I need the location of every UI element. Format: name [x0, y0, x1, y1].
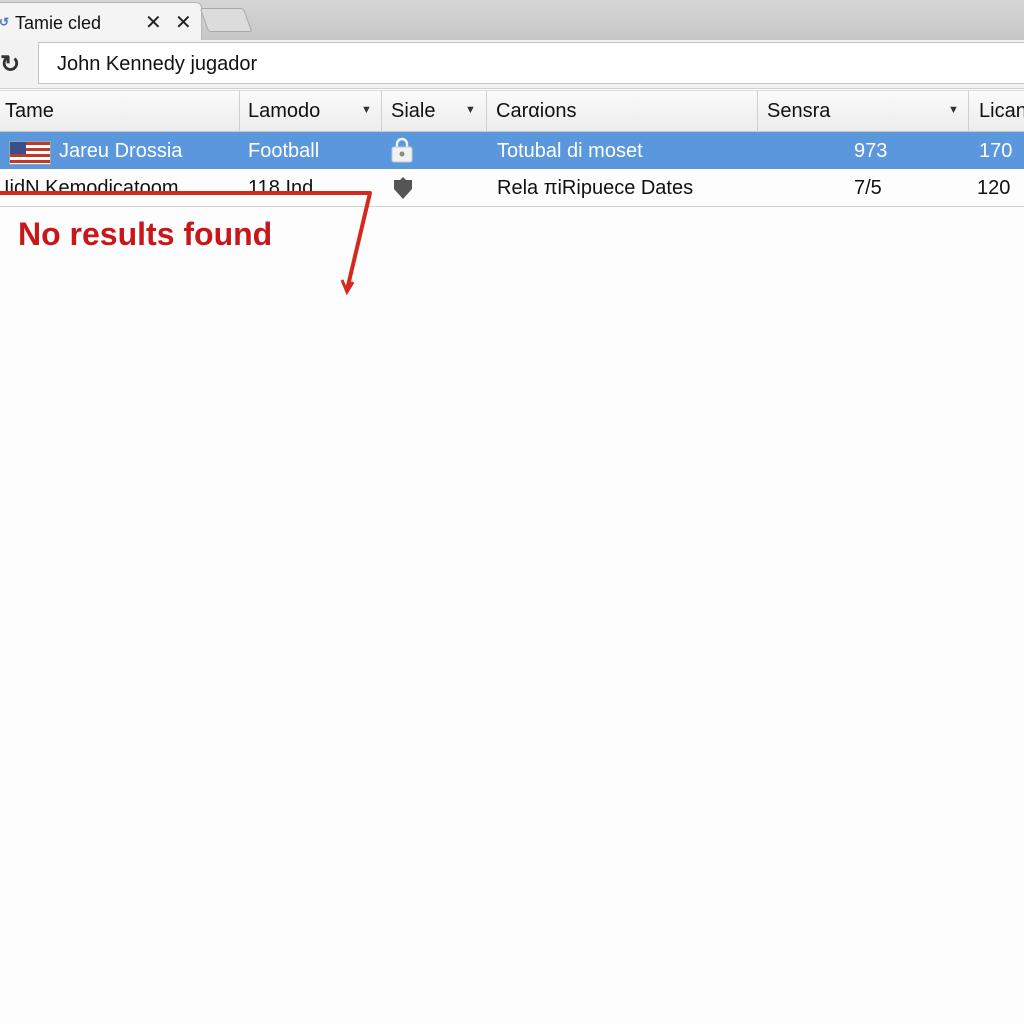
sort-arrow-icon[interactable]: ▼ [361, 104, 372, 116]
column-header-lican[interactable]: Lican [969, 91, 1024, 131]
column-header-lamodo[interactable]: Lamodo ▼ [240, 91, 382, 131]
cell-sensra: 7/5 [854, 177, 882, 199]
sort-arrow-icon[interactable]: ▼ [465, 104, 476, 116]
browser-tab[interactable]: ↺ Tamie cled ✕ ✕ [0, 2, 202, 41]
cell-sensra: 973 [854, 140, 888, 162]
tab-title: Tamie cled [15, 13, 102, 33]
cell-lamodo: Football [248, 140, 320, 162]
new-tab-button[interactable] [199, 8, 253, 32]
cell-lican: 120 [977, 177, 1011, 199]
address-bar[interactable] [38, 42, 1024, 84]
table-row[interactable]: IidN Kemodicatoom 118 Ind Rela πiRipuece… [0, 169, 1024, 207]
column-label: Carαions [496, 100, 577, 122]
results-table: Tame Lamodo ▼ Siale ▼ Carαions Sensra ▼ … [0, 90, 1024, 207]
browser-tab-icon: ↺ [0, 15, 10, 29]
column-label: Siale [391, 100, 436, 122]
no-results-message: No results found [18, 216, 273, 252]
cell-caraions: Rela πiRipuece Dates [497, 177, 694, 199]
us-flag-icon [9, 141, 51, 165]
shield-icon [394, 177, 412, 199]
column-header-sensra[interactable]: Sensra ▼ [758, 91, 969, 131]
tab-strip: ↺ Tamie cled ✕ ✕ [0, 0, 1024, 41]
toolbar: ↻ [0, 40, 1024, 89]
reload-icon[interactable]: ↻ [0, 50, 20, 79]
column-label: Lican [979, 100, 1024, 122]
column-label: Sensra [767, 100, 831, 122]
sort-arrow-icon[interactable]: ▼ [948, 104, 959, 116]
close-icon[interactable]: ✕ [145, 10, 162, 35]
cell-lamodo: 118 Ind [248, 177, 314, 199]
close-icon[interactable]: ✕ [175, 10, 192, 35]
table-row[interactable]: Jareu Drossia Football Totubal di moset … [0, 132, 1024, 169]
table-header: Tame Lamodo ▼ Siale ▼ Carαions Sensra ▼ … [0, 90, 1024, 132]
lock-icon [391, 137, 413, 163]
column-header-tame[interactable]: Tame [0, 91, 240, 131]
column-label: Tame [5, 100, 54, 122]
column-header-siale[interactable]: Siale ▼ [382, 91, 487, 131]
cell-name: IidN Kemodicatoom [4, 177, 179, 199]
address-input[interactable] [55, 52, 959, 77]
column-header-caraions[interactable]: Carαions [487, 91, 758, 131]
cell-lican: 170 [979, 140, 1013, 162]
column-label: Lamodo [248, 100, 321, 122]
cell-name: Jareu Drossia [59, 140, 183, 162]
cell-caraions: Totubal di moset [497, 140, 643, 162]
